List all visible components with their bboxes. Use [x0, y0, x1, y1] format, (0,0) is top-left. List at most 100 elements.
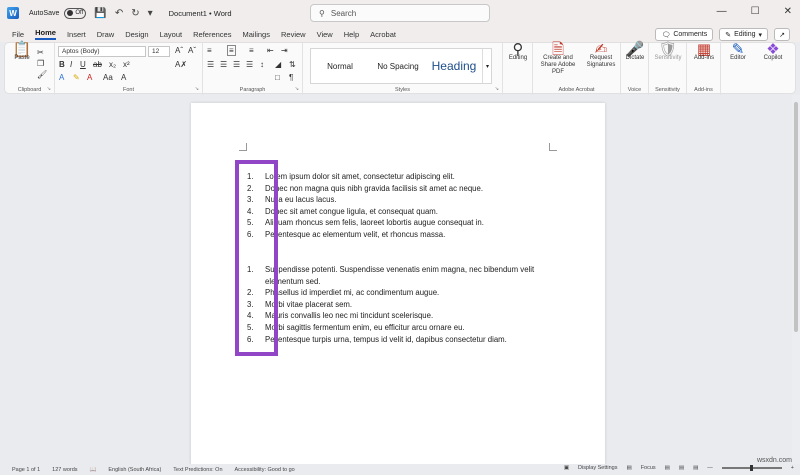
multilevel-list-icon[interactable]: ≡ [249, 46, 254, 55]
styles-launcher-icon[interactable]: ↘ [495, 86, 499, 92]
clipboard-launcher-icon[interactable]: ↘ [47, 86, 51, 92]
style-heading[interactable]: Heading [427, 49, 481, 83]
autosave-toggle[interactable]: Off [64, 7, 87, 19]
list-item[interactable]: 3. Nulla eu lacus lacus. [247, 194, 547, 206]
zoom-in-icon[interactable]: + [791, 465, 794, 471]
grow-font-icon[interactable]: Aˆ [175, 46, 183, 55]
editing-mode-button[interactable]: ✎ Editing ▾ [719, 28, 768, 41]
justify-icon[interactable]: ☰ [246, 60, 253, 69]
tab-review[interactable]: Review [281, 30, 306, 39]
search-input[interactable]: ⚲ Search [310, 4, 490, 22]
tab-references[interactable]: References [193, 30, 231, 39]
web-layout-icon[interactable]: ▤ [693, 465, 698, 471]
line-spacing-icon[interactable]: ↕ [260, 60, 264, 69]
subscript-icon[interactable]: x₂ [109, 60, 116, 69]
cut-icon[interactable]: ✂ [37, 48, 44, 57]
proofing-icon[interactable]: 📖 [90, 467, 97, 473]
increase-indent-icon[interactable]: ⇥ [281, 46, 288, 55]
tab-file[interactable]: File [12, 30, 24, 39]
editing-button[interactable]: ⚲ Editing [505, 42, 531, 62]
display-settings-button[interactable]: Display Settings [578, 465, 617, 471]
undo-icon[interactable]: ↶ [115, 8, 123, 19]
page-count[interactable]: Page 1 of 1 [12, 467, 40, 473]
list-item[interactable]: 4. Donec sit amet congue ligula, et conse… [247, 206, 547, 218]
superscript-icon[interactable]: x² [123, 60, 130, 69]
tab-design[interactable]: Design [125, 30, 148, 39]
font-color-icon[interactable]: A [87, 73, 92, 82]
zoom-slider[interactable] [721, 465, 782, 471]
list-item[interactable]: 4. Mauris convallis leo nec mi tincidunt … [247, 310, 547, 322]
list-item[interactable]: 6. Pellentesque ac elementum velit, et rh… [247, 229, 547, 241]
maximize-icon[interactable]: ☐ [751, 6, 760, 17]
character-shading-icon[interactable]: A [121, 73, 126, 82]
addins-button[interactable]: ▦ Add-ins [688, 42, 720, 62]
request-signatures-button[interactable]: ✍ Request Signatures [583, 42, 619, 69]
borders-icon[interactable]: □ [275, 73, 280, 82]
scrollbar-thumb[interactable] [794, 102, 798, 332]
text-effects-icon[interactable]: A [59, 73, 64, 82]
focus-button[interactable]: Focus [641, 465, 656, 471]
tab-acrobat[interactable]: Acrobat [370, 30, 396, 39]
word-count[interactable]: 127 words [52, 467, 77, 473]
font-launcher-icon[interactable]: ↘ [195, 86, 199, 92]
tab-view[interactable]: View [317, 30, 333, 39]
align-center-icon[interactable]: ☰ [220, 60, 227, 69]
language-status[interactable]: English (South Africa) [108, 467, 161, 473]
minimize-icon[interactable]: — [717, 6, 727, 17]
paragraph-launcher-icon[interactable]: ↘ [295, 86, 299, 92]
list-item[interactable]: 1. Suspendisse potenti. Suspendisse venen… [247, 264, 547, 287]
tab-home[interactable]: Home [35, 28, 56, 40]
align-right-icon[interactable]: ☰ [233, 60, 240, 69]
list-item[interactable]: 2. Donec non magna quis nibh gravida faci… [247, 183, 547, 195]
clear-formatting-icon[interactable]: A✗ [175, 60, 187, 69]
style-normal[interactable]: Normal [311, 49, 369, 83]
tab-insert[interactable]: Insert [67, 30, 86, 39]
list-item[interactable]: 5. Morbi sagittis fermentum enim, eu effi… [247, 322, 547, 334]
format-painter-icon[interactable]: 🖌 [37, 70, 47, 79]
close-icon[interactable]: ✕ [784, 6, 792, 17]
customize-toolbar-icon[interactable]: ▾ [148, 8, 153, 19]
style-no-spacing[interactable]: No Spacing [369, 49, 427, 83]
bold-icon[interactable]: B [59, 60, 65, 69]
list-item[interactable]: 2. Phasellus id imperdiet mi, ac condimen… [247, 287, 547, 299]
read-mode-icon[interactable]: ▤ [665, 465, 670, 471]
decrease-indent-icon[interactable]: ⇤ [267, 46, 274, 55]
font-name-select[interactable]: Aptos (Body) [58, 46, 146, 57]
tab-draw[interactable]: Draw [97, 30, 115, 39]
redo-icon[interactable]: ↻ [131, 8, 139, 19]
shading-icon[interactable]: ◢ [275, 60, 281, 69]
align-left-icon[interactable]: ☰ [207, 60, 214, 69]
show-hide-icon[interactable]: ¶ [289, 73, 293, 82]
copilot-button[interactable]: ❖ Copilot [757, 42, 789, 62]
list-item[interactable]: 5. Aliquam rhoncus sem felis, laoreet lob… [247, 217, 547, 229]
zoom-out-icon[interactable]: — [707, 465, 713, 471]
underline-icon[interactable]: U [80, 60, 86, 69]
text-predictions-status[interactable]: Text Predictions: On [173, 467, 222, 473]
strikethrough-icon[interactable]: ab [93, 60, 102, 69]
paste-button[interactable]: 📋 Paste [11, 42, 33, 62]
highlight-color-icon[interactable]: ✎ [73, 73, 80, 82]
sort-icon[interactable]: ⇅ [289, 60, 296, 69]
list-item[interactable]: 1. Lorem ipsum dolor sit amet, consectetu… [247, 171, 547, 183]
styles-more-button[interactable]: ▾ [482, 49, 492, 83]
shrink-font-icon[interactable]: Aˇ [188, 46, 196, 55]
list-item[interactable]: 3. Morbi vitae placerat sem. [247, 299, 547, 311]
share-button[interactable]: ↗ [774, 28, 790, 41]
create-pdf-button[interactable]: 🗎 Create and Share Adobe PDF [535, 42, 581, 76]
vertical-scrollbar[interactable] [792, 95, 800, 465]
comments-button[interactable]: 🗨 Comments [655, 28, 714, 41]
numbering-icon[interactable]: ≡ [227, 45, 236, 56]
tab-layout[interactable]: Layout [160, 30, 183, 39]
zoom-slider-knob[interactable] [749, 465, 753, 471]
font-size-select[interactable]: 12 [148, 46, 170, 57]
editor-button[interactable]: ✎ Editor [723, 42, 753, 62]
save-icon[interactable]: 💾 [94, 8, 106, 19]
print-layout-icon[interactable]: ▤ [679, 465, 684, 471]
bullets-icon[interactable]: ≡ [207, 46, 212, 55]
tab-mailings[interactable]: Mailings [242, 30, 270, 39]
dictate-button[interactable]: 🎤 Dictate [622, 42, 648, 62]
change-case-icon[interactable]: Aa [103, 73, 113, 82]
sensitivity-button[interactable]: 🛡 Sensitivity [650, 42, 686, 62]
copy-icon[interactable]: ❐ [37, 59, 44, 68]
italic-icon[interactable]: I [70, 60, 72, 69]
